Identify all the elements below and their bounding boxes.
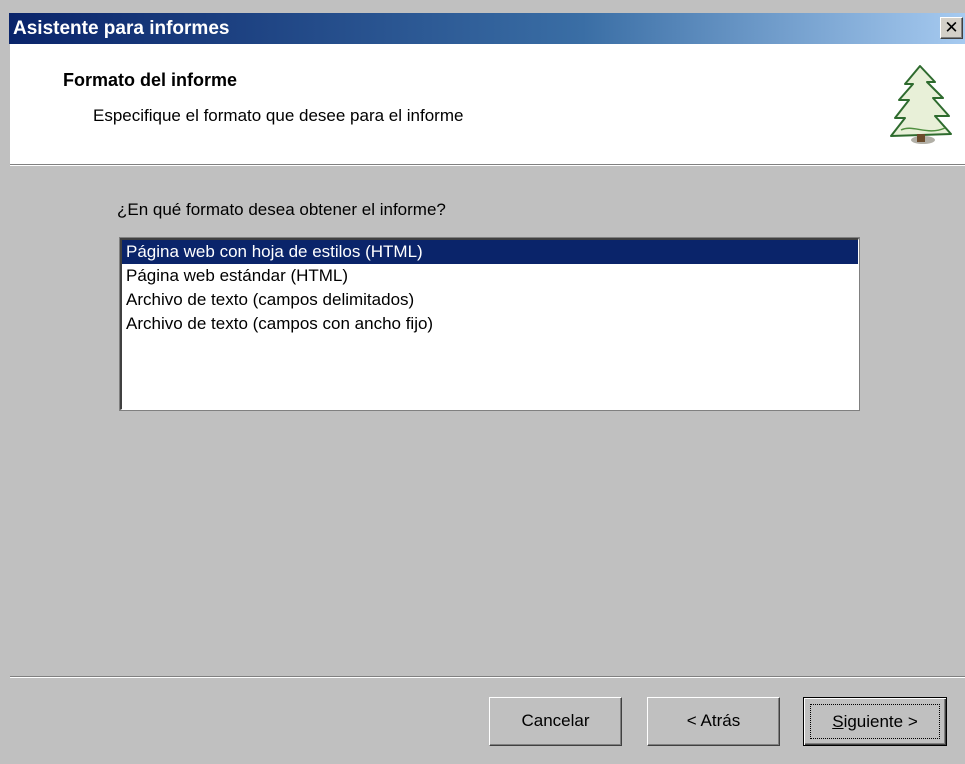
- page-title: Formato del informe: [63, 70, 238, 90]
- next-label: iguiente >: [843, 712, 918, 731]
- next-button-focus-ring: Siguiente >: [810, 704, 940, 739]
- format-option-text-delimited[interactable]: Archivo de texto (campos delimitados): [122, 288, 858, 312]
- cancel-button[interactable]: Cancelar: [489, 697, 622, 746]
- title-bar[interactable]: Asistente para informes ✕: [9, 13, 965, 44]
- header-divider: [10, 165, 965, 166]
- format-listbox[interactable]: Página web con hoja de estilos (HTML) Pá…: [119, 237, 860, 411]
- wizard-header: Formato del informe Especifique el forma…: [10, 44, 965, 165]
- back-button[interactable]: < Atrás: [647, 697, 780, 746]
- report-wizard-dialog: Asistente para informes ✕ Formato del in…: [0, 0, 965, 764]
- format-option-html-standard[interactable]: Página web estándar (HTML): [122, 264, 858, 288]
- format-question-label: ¿En qué formato desea obtener el informe…: [117, 200, 446, 219]
- format-option-text-fixed-width[interactable]: Archivo de texto (campos con ancho fijo): [122, 312, 858, 336]
- close-button[interactable]: ✕: [940, 17, 963, 39]
- window-title: Asistente para informes: [13, 18, 230, 39]
- button-separator: [10, 676, 965, 678]
- page-subtitle: Especifique el formato que desee para el…: [93, 106, 464, 125]
- close-icon: ✕: [944, 18, 959, 37]
- next-button[interactable]: Siguiente >: [803, 697, 947, 746]
- tree-icon: [890, 65, 952, 144]
- next-accelerator: S: [832, 712, 844, 731]
- format-option-html-styles[interactable]: Página web con hoja de estilos (HTML): [122, 240, 858, 264]
